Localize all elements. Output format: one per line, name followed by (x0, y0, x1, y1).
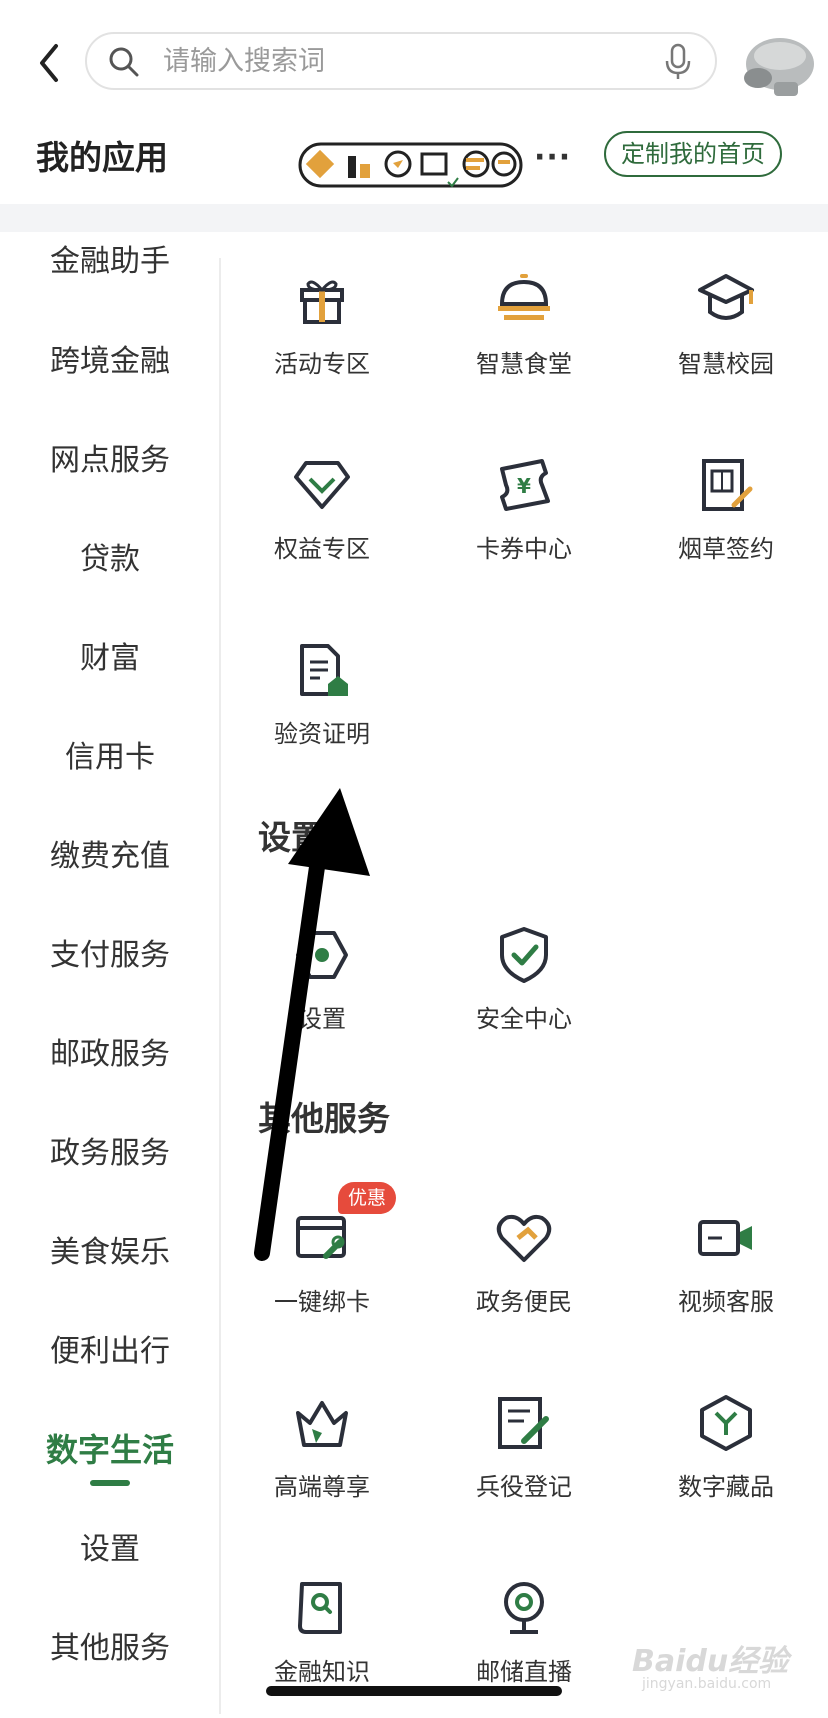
app-label: 智慧校园 (678, 350, 774, 378)
app-label: 验资证明 (274, 720, 370, 748)
crown-icon (296, 1401, 348, 1447)
diamond-icon (294, 461, 350, 509)
app-tobacco-sign[interactable]: 烟草签约 (631, 455, 821, 595)
app-one-click-bind-card[interactable]: 一键绑卡 (227, 1208, 417, 1348)
hexagon-y-icon (700, 1395, 752, 1451)
sidebar-item-settings[interactable]: 设置 (0, 1530, 220, 1570)
webcam-icon (504, 1582, 544, 1634)
tobacco-sign-icon (702, 459, 753, 511)
section-divider (0, 204, 828, 232)
app-coupon-center[interactable]: ¥ 卡券中心 (429, 455, 619, 595)
app-military-registration[interactable]: 兵役登记 (429, 1393, 619, 1533)
sidebar-item-bill-payment[interactable]: 缴费充值 (0, 837, 220, 877)
gift-icon (300, 280, 344, 324)
app-smart-canteen[interactable]: 智慧食堂 (429, 270, 619, 410)
sidebar-divider (219, 258, 221, 1714)
app-premium-privilege[interactable]: 高端尊享 (227, 1393, 417, 1533)
sidebar-item-loans[interactable]: 贷款 (0, 540, 220, 580)
app-label: 卡券中心 (476, 535, 572, 563)
sidebar-item-finance-assistant[interactable]: 金融助手 (0, 242, 220, 282)
svg-text:¥: ¥ (517, 474, 531, 498)
sidebar-item-government[interactable]: 政务服务 (0, 1134, 220, 1174)
watermark-brand: Baidu经验 (632, 1644, 789, 1679)
app-label: 烟草签约 (678, 535, 774, 563)
app-label: 安全中心 (476, 1005, 572, 1033)
app-label: 智慧食堂 (476, 350, 572, 378)
search-icon (109, 47, 139, 77)
coupon-icon: ¥ (500, 459, 550, 511)
app-label: 金融知识 (274, 1658, 370, 1686)
sidebar-item-branch-service[interactable]: 网点服务 (0, 441, 220, 481)
document-icon (300, 644, 348, 696)
home-indicator (266, 1686, 562, 1696)
app-label: 兵役登记 (476, 1473, 572, 1501)
shield-check-icon (500, 927, 548, 983)
video-icon (698, 1220, 752, 1256)
app-label: 设置 (298, 1005, 346, 1033)
back-arrow-icon[interactable] (30, 38, 70, 88)
heart-handshake-icon (496, 1214, 552, 1262)
app-digital-collectibles[interactable]: 数字藏品 (631, 1393, 821, 1533)
app-security-center[interactable]: 安全中心 (429, 925, 619, 1065)
category-sidebar: 金融助手 跨境金融 网点服务 贷款 财富 信用卡 缴费充值 支付服务 邮政服务 … (0, 232, 220, 1714)
card-link-icon (296, 1216, 346, 1259)
app-activity-zone[interactable]: 活动专区 (227, 270, 417, 410)
microphone-icon[interactable] (663, 43, 693, 81)
sidebar-item-other-services[interactable]: 其他服务 (0, 1629, 220, 1669)
app-financial-knowledge[interactable]: 金融知识 (227, 1578, 417, 1718)
sidebar-item-payment-service[interactable]: 支付服务 (0, 936, 220, 976)
recent-apps-icon-strip[interactable] (298, 138, 523, 190)
sidebar-item-credit-card[interactable]: 信用卡 (0, 738, 220, 778)
sidebar-item-postal-service[interactable]: 邮政服务 (0, 1035, 220, 1075)
search-bar[interactable]: 请输入搜索词 (85, 32, 717, 90)
app-smart-campus[interactable]: 智慧校园 (631, 270, 821, 410)
app-label: 高端尊享 (274, 1473, 370, 1501)
more-icon[interactable]: ··· (534, 143, 571, 173)
app-benefits-zone[interactable]: 权益专区 (227, 455, 417, 595)
sidebar-item-cross-border[interactable]: 跨境金融 (0, 342, 220, 382)
app-label: 权益专区 (274, 535, 370, 563)
sidebar-item-food-entertainment[interactable]: 美食娱乐 (0, 1233, 220, 1273)
customize-home-button[interactable]: 定制我的首页 (604, 131, 782, 177)
my-apps-header: 我的应用 ··· 定制我的首页 (0, 118, 828, 204)
section-title-other-services: 其他服务 (258, 1099, 390, 1138)
app-label: 活动专区 (274, 350, 370, 378)
sidebar-item-wealth[interactable]: 财富 (0, 639, 220, 679)
gear-hexagon-icon (296, 931, 348, 979)
dish-cover-icon (498, 274, 550, 320)
app-label: 视频客服 (678, 1288, 774, 1316)
form-edit-icon (498, 1397, 549, 1449)
page-title: 我的应用 (36, 138, 168, 177)
search-placeholder: 请输入搜索词 (163, 46, 325, 77)
book-search-icon (298, 1582, 342, 1634)
avatar[interactable] (738, 34, 816, 100)
sidebar-item-digital-life[interactable]: 数字生活 (0, 1430, 220, 1486)
section-title-settings: 设置 (258, 818, 324, 857)
app-label: 数字藏品 (678, 1473, 774, 1501)
app-capital-verification[interactable]: 验资证明 (227, 640, 417, 780)
app-government-convenience[interactable]: 政务便民 (429, 1208, 619, 1348)
app-label: 一键绑卡 (274, 1288, 370, 1316)
baidu-watermark: Baidu经验 jingyan.baidu.com (632, 1634, 812, 1704)
top-bar: 请输入搜索词 (0, 0, 828, 118)
app-settings[interactable]: 设置 (227, 925, 417, 1065)
app-label: 政务便民 (476, 1288, 572, 1316)
app-label: 邮储直播 (476, 1658, 572, 1686)
app-video-service[interactable]: 视频客服 (631, 1208, 821, 1348)
graduation-cap-icon (698, 274, 754, 320)
watermark-url: jingyan.baidu.com (642, 1676, 772, 1692)
sidebar-item-travel[interactable]: 便利出行 (0, 1332, 220, 1372)
app-postal-live[interactable]: 邮储直播 (429, 1578, 619, 1718)
